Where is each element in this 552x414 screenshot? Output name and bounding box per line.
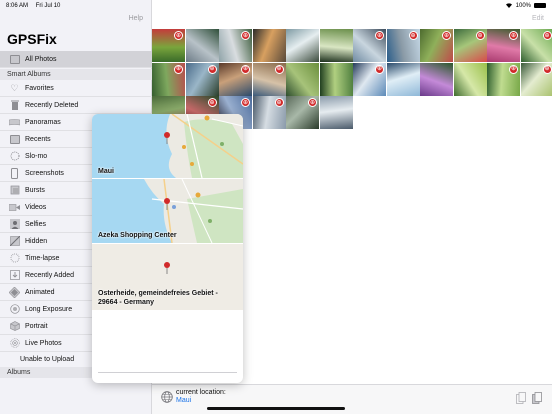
location-badge-icon: ⊕ — [274, 64, 284, 74]
sidebar-item-label: Recently Deleted — [25, 101, 79, 109]
photo-thumbnail[interactable] — [319, 62, 353, 96]
photo-thumbnail[interactable] — [286, 62, 319, 96]
photo-thumbnail[interactable]: ⊕ — [185, 62, 219, 96]
current-location-label: current location: — [176, 389, 226, 396]
photo-thumbnail[interactable]: ⊕ — [286, 96, 319, 129]
photo-thumbnail[interactable]: ⊕ — [420, 29, 453, 62]
slomo-icon — [9, 151, 20, 162]
photo-thumbnail[interactable]: ⊕ — [520, 29, 552, 62]
photo-thumbnail[interactable]: ⊕ — [353, 29, 386, 62]
copy-location-icon[interactable] — [516, 392, 526, 404]
panorama-icon — [9, 117, 20, 128]
location-badge-icon: ⊕ — [375, 64, 384, 74]
photo-thumbnail[interactable] — [319, 96, 353, 129]
long-exposure-icon — [9, 304, 20, 315]
paste-location-icon[interactable] — [532, 392, 542, 404]
app-title: GPSFix — [7, 31, 57, 47]
photo-thumbnail[interactable]: ⊕ — [487, 29, 520, 62]
photo-thumbnail[interactable]: ⊕ — [152, 29, 185, 62]
wifi-icon — [505, 2, 513, 10]
location-badge-icon: ⊕ — [509, 31, 518, 40]
location-badge-icon: ⊕ — [542, 31, 552, 40]
map-thumbnail — [92, 114, 243, 178]
location-badge-icon: ⊕ — [207, 64, 217, 74]
sidebar-item-all-photos[interactable]: All Photos — [0, 51, 152, 68]
photo-thumbnail[interactable]: ⊕ — [252, 62, 286, 96]
sidebar-item-favorites[interactable]: ♡ Favorites — [0, 80, 152, 97]
photo-thumbnail[interactable]: ⊕ — [219, 29, 252, 62]
location-badge-icon: ⊕ — [408, 31, 418, 40]
video-icon — [9, 202, 20, 213]
current-location-value[interactable]: Maui — [176, 397, 191, 404]
photo-thumbnail[interactable]: ⊕ — [453, 29, 487, 62]
location-option-azeka[interactable]: Azeka Shopping Center — [92, 179, 243, 243]
phone-icon — [9, 167, 20, 179]
recents-icon — [9, 134, 20, 145]
location-badge-icon: ⊕ — [375, 31, 384, 40]
location-badge-icon: ⊕ — [174, 31, 183, 40]
status-bar: 8:06 AM Fri Jul 10 100% — [0, 0, 552, 11]
photo-thumbnail[interactable] — [386, 62, 420, 96]
photo-thumbnail[interactable] — [420, 62, 453, 96]
location-popover: Maui Azeka Shopping Center Osterheide, g… — [92, 114, 243, 383]
photo-thumbnail[interactable] — [252, 29, 286, 62]
photo-thumbnail[interactable]: ⊕ — [252, 96, 286, 129]
smart-albums-header: Smart Albums — [0, 69, 152, 80]
photo-thumbnail[interactable]: ⊕ — [520, 62, 552, 96]
trash-icon — [9, 100, 20, 111]
status-right: 100% — [505, 2, 546, 10]
battery-percent: 100% — [515, 2, 531, 9]
photo-thumbnail[interactable]: ⊕ — [487, 62, 520, 96]
status-time: 8:06 AM — [6, 2, 29, 9]
battery-icon — [534, 3, 546, 8]
location-badge-icon: ⊕ — [442, 31, 451, 40]
photo-thumbnail[interactable]: ⊕ — [152, 62, 185, 96]
status-left: 8:06 AM Fri Jul 10 — [6, 3, 66, 9]
sidebar-item-unable-to-upload[interactable]: Unable to Upload — [20, 356, 74, 363]
heart-icon: ♡ — [10, 82, 19, 93]
location-badge-icon: ⊕ — [241, 31, 250, 40]
location-name: Osterheide, gemeindefreies Gebiet - 2966… — [98, 290, 218, 306]
photo-thumbnail[interactable]: ⊕ — [386, 29, 420, 62]
photo-thumbnail[interactable] — [286, 29, 319, 62]
location-badge-icon: ⊕ — [509, 64, 518, 74]
location-badge-icon: ⊕ — [241, 64, 250, 74]
home-indicator — [207, 407, 345, 410]
photo-thumbnail[interactable] — [185, 29, 219, 62]
timelapse-icon — [9, 253, 20, 264]
location-badge-icon: ⊕ — [542, 64, 552, 74]
location-badge-icon: ⊕ — [274, 98, 284, 107]
globe-icon[interactable] — [161, 391, 173, 403]
status-date: Fri Jul 10 — [35, 2, 61, 9]
person-icon — [9, 219, 20, 230]
sidebar-item-label: All Photos — [25, 55, 57, 63]
help-button[interactable]: Help — [129, 15, 143, 22]
photo-thumbnail[interactable] — [453, 62, 487, 96]
location-name: Maui — [98, 168, 114, 175]
photo-thumbnail[interactable]: ⊕ — [353, 62, 386, 96]
location-badge-icon: ⊕ — [207, 98, 217, 107]
photo-thumbnail[interactable] — [319, 29, 353, 62]
live-photo-icon — [9, 338, 20, 349]
sidebar-item-label: Favorites — [25, 84, 54, 92]
location-badge-icon: ⊕ — [174, 64, 183, 74]
sidebar-item-recently-deleted[interactable]: Recently Deleted — [0, 97, 152, 114]
location-badge-icon: ⊕ — [475, 31, 485, 40]
location-badge-icon: ⊕ — [308, 98, 317, 107]
photos-icon — [9, 54, 20, 65]
burst-icon — [9, 185, 20, 196]
edit-button[interactable]: Edit — [532, 15, 544, 22]
location-option-osterheide[interactable]: Osterheide, gemeindefreies Gebiet - 2966… — [92, 244, 243, 310]
animated-icon — [9, 286, 20, 298]
cube-icon — [9, 321, 20, 332]
divider — [98, 372, 237, 373]
download-icon — [9, 270, 20, 281]
hidden-icon — [9, 236, 20, 247]
location-name: Azeka Shopping Center — [98, 232, 177, 239]
location-badge-icon: ⊕ — [241, 98, 250, 107]
location-option-maui[interactable]: Maui — [92, 114, 243, 178]
photo-thumbnail[interactable]: ⊕ — [219, 62, 252, 96]
